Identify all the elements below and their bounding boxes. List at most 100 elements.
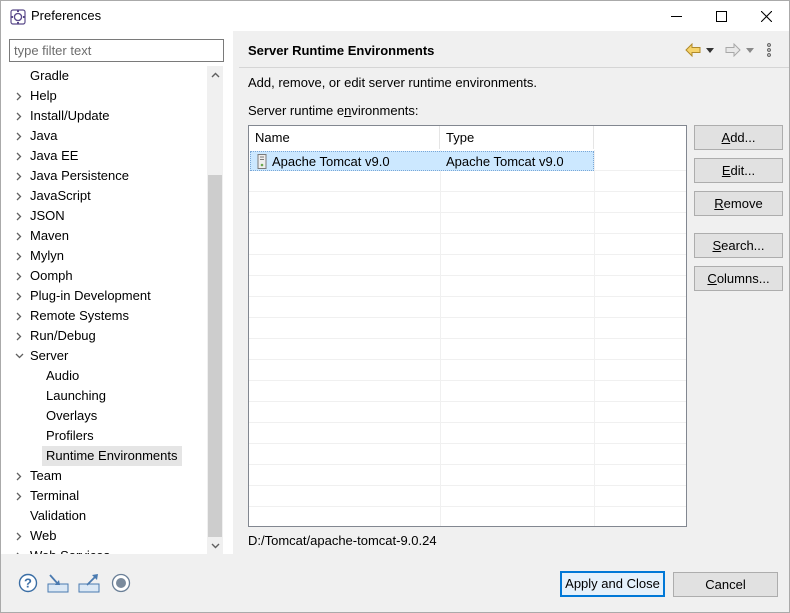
tree-item[interactable]: JSON bbox=[9, 206, 207, 226]
search-button[interactable]: Search... bbox=[694, 233, 783, 258]
back-arrow-icon[interactable] bbox=[685, 41, 701, 59]
tree-item-label: Java bbox=[30, 128, 58, 143]
close-button[interactable] bbox=[743, 1, 789, 31]
tree-item[interactable]: Gradle bbox=[9, 66, 207, 86]
preference-page: Server Runtime Environments Add, remove,… bbox=[239, 31, 789, 554]
tree-item-label: Web Services bbox=[26, 546, 114, 554]
collapsed-arrow-icon[interactable] bbox=[13, 526, 25, 546]
tree-item[interactable]: Run/Debug bbox=[9, 326, 207, 346]
tree-item[interactable]: Plug-in Development bbox=[9, 286, 207, 306]
tree-item[interactable]: Server bbox=[9, 346, 207, 366]
column-header-type[interactable]: Type bbox=[440, 126, 594, 149]
tree-item[interactable]: Java bbox=[9, 126, 207, 146]
tree-item-label: Audio bbox=[46, 368, 80, 383]
runtime-location-path: D:/Tomcat/apache-tomcat-9.0.24 bbox=[248, 533, 437, 548]
add-button[interactable]: Add... bbox=[694, 125, 783, 150]
apply-and-close-button[interactable]: Apply and Close bbox=[560, 571, 665, 597]
collapsed-arrow-icon[interactable] bbox=[13, 126, 25, 146]
table-grid-line bbox=[249, 234, 686, 255]
table-grid-line bbox=[249, 507, 686, 526]
export-icon[interactable] bbox=[78, 572, 100, 594]
collapsed-arrow-icon[interactable] bbox=[13, 86, 25, 106]
table-grid-line bbox=[249, 486, 686, 507]
tree-item[interactable]: Maven bbox=[9, 226, 207, 246]
preference-tree: Gradle Help Install/Update Java Java EE Java … bbox=[9, 66, 207, 554]
collapsed-arrow-icon[interactable] bbox=[13, 186, 25, 206]
collapsed-arrow-icon[interactable] bbox=[13, 466, 25, 486]
tree-item[interactable]: Remote Systems bbox=[9, 306, 207, 326]
collapsed-arrow-icon[interactable] bbox=[13, 106, 25, 126]
cancel-button[interactable]: Cancel bbox=[673, 572, 778, 597]
tree-item[interactable]: Web Services bbox=[9, 546, 207, 554]
scroll-up-arrow-icon[interactable] bbox=[207, 66, 223, 83]
record-icon[interactable] bbox=[110, 572, 132, 594]
table-row[interactable]: Apache Tomcat v9.0 Apache Tomcat v9.0 bbox=[250, 151, 594, 171]
edit-button[interactable]: Edit... bbox=[694, 158, 783, 183]
forward-dropdown-icon[interactable] bbox=[745, 41, 755, 59]
expanded-arrow-icon[interactable] bbox=[13, 346, 25, 366]
table-grid-line bbox=[249, 192, 686, 213]
table-column-divider bbox=[594, 150, 595, 526]
tree-item-label: Mylyn bbox=[30, 248, 64, 263]
columns-button[interactable]: Columns... bbox=[694, 266, 783, 291]
forward-arrow-icon[interactable] bbox=[725, 41, 741, 59]
collapsed-arrow-icon[interactable] bbox=[13, 166, 25, 186]
runtime-environments-table[interactable]: Name Type Apache Tomcat v9.0 Apache Tomca… bbox=[248, 125, 687, 527]
tree-item-label: Team bbox=[30, 468, 62, 483]
back-dropdown-icon[interactable] bbox=[705, 41, 715, 59]
remove-button[interactable]: Remove bbox=[694, 191, 783, 216]
tree-item[interactable]: Oomph bbox=[9, 266, 207, 286]
collapsed-arrow-icon[interactable] bbox=[13, 146, 25, 166]
tree-item[interactable]: Java EE bbox=[9, 146, 207, 166]
tree-item[interactable]: Web bbox=[9, 526, 207, 546]
page-description: Add, remove, or edit server runtime envi… bbox=[248, 75, 538, 90]
help-icon[interactable]: ? bbox=[17, 572, 39, 594]
maximize-button[interactable] bbox=[698, 1, 744, 31]
collapsed-arrow-icon[interactable] bbox=[13, 306, 25, 326]
collapsed-arrow-icon[interactable] bbox=[13, 206, 25, 226]
table-grid-line bbox=[249, 402, 686, 423]
svg-text:?: ? bbox=[24, 576, 32, 591]
tree-item[interactable]: Java Persistence bbox=[9, 166, 207, 186]
table-grid-line bbox=[249, 171, 686, 192]
tree-scrollbar[interactable] bbox=[207, 66, 223, 554]
tree-item[interactable]: Launching bbox=[9, 386, 207, 406]
tree-item[interactable]: Install/Update bbox=[9, 106, 207, 126]
tree-item[interactable]: Mylyn bbox=[9, 246, 207, 266]
view-menu-icon[interactable] bbox=[765, 41, 773, 59]
dialog-footer: ? Apply and Close Cancel bbox=[1, 554, 789, 612]
table-grid-line bbox=[249, 276, 686, 297]
column-header-name[interactable]: Name bbox=[249, 126, 440, 149]
collapsed-arrow-icon[interactable] bbox=[13, 546, 25, 554]
tree-item-label: Web bbox=[30, 528, 57, 543]
import-icon[interactable] bbox=[47, 572, 69, 594]
tree-item[interactable]: Audio bbox=[9, 366, 207, 386]
tree-item[interactable]: Overlays bbox=[9, 406, 207, 426]
tree-item[interactable]: Help bbox=[9, 86, 207, 106]
tree-item-label: Maven bbox=[30, 228, 70, 243]
tree-item[interactable]: Runtime Environments bbox=[9, 446, 207, 466]
scroll-thumb[interactable] bbox=[208, 175, 222, 537]
table-grid-line bbox=[249, 318, 686, 339]
tree-item-label: JSON bbox=[30, 208, 65, 223]
collapsed-arrow-icon[interactable] bbox=[13, 246, 25, 266]
minimize-button[interactable] bbox=[653, 1, 699, 31]
collapsed-arrow-icon[interactable] bbox=[13, 266, 25, 286]
table-grid-line bbox=[249, 360, 686, 381]
runtime-list-label: Server runtime environments: bbox=[248, 103, 419, 118]
filter-input[interactable] bbox=[9, 39, 224, 62]
tree-item-label: Launching bbox=[46, 388, 106, 403]
collapsed-arrow-icon[interactable] bbox=[13, 226, 25, 246]
tree-item[interactable]: JavaScript bbox=[9, 186, 207, 206]
tree-item[interactable]: Terminal bbox=[9, 486, 207, 506]
tree-item[interactable]: Team bbox=[9, 466, 207, 486]
tree-item[interactable]: Profilers bbox=[9, 426, 207, 446]
scroll-down-arrow-icon[interactable] bbox=[207, 537, 223, 554]
tree-item-label: Java EE bbox=[30, 148, 79, 163]
table-grid-line bbox=[249, 465, 686, 486]
tree-item[interactable]: Validation bbox=[9, 506, 207, 526]
collapsed-arrow-icon[interactable] bbox=[13, 326, 25, 346]
collapsed-arrow-icon[interactable] bbox=[13, 486, 25, 506]
collapsed-arrow-icon[interactable] bbox=[13, 286, 25, 306]
table-grid-line bbox=[249, 381, 686, 402]
